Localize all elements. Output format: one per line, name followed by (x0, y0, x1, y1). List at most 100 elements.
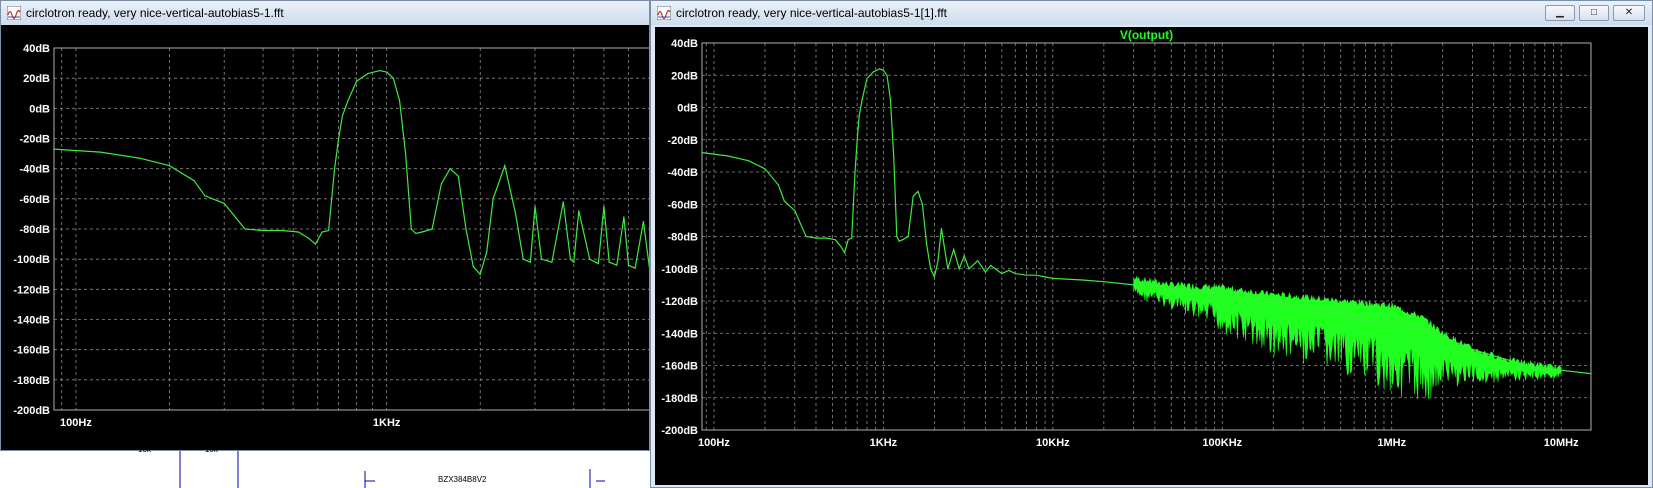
data-point (642, 220, 645, 223)
y-tick-label: -40dB (667, 167, 698, 179)
data-point (472, 266, 474, 268)
data-point (623, 216, 625, 218)
data-point (367, 73, 369, 75)
y-tick-label: -200dB (13, 405, 50, 417)
right-plot-area[interactable]: 40dB 20dB 0dB -20dB -40dB -60dB -80dB -100dB -12… (655, 27, 1648, 485)
data-point (977, 260, 979, 262)
data-point (379, 70, 381, 72)
data-point (356, 80, 358, 82)
y-tick-label: -40dB (19, 164, 50, 176)
y-tick-label: -100dB (13, 254, 50, 266)
left-plot-area[interactable]: 40dB 20dB 0dB -20dB -40dB -60dB -80dB -100dB -12… (1, 25, 649, 450)
data-point (1052, 277, 1054, 279)
data-point (783, 200, 785, 202)
data-point (193, 180, 195, 182)
minimize-button[interactable]: ▁ (1545, 5, 1575, 21)
data-point (1014, 273, 1016, 275)
data-point (540, 258, 543, 260)
y-tick-label: 40dB (23, 43, 50, 55)
data-point (569, 258, 572, 260)
y-tick-label: 0dB (29, 103, 50, 115)
data-point (534, 205, 536, 207)
data-point (504, 165, 506, 167)
data-point (886, 74, 888, 76)
data-point (492, 198, 494, 200)
x-tick-label: 100Hz (698, 437, 730, 449)
data-point (889, 98, 891, 100)
y-tick-label: -120dB (661, 296, 698, 308)
data-point (777, 184, 779, 186)
data-point (392, 77, 394, 79)
data-point (431, 228, 433, 230)
data-point (415, 232, 417, 235)
data-point (963, 255, 965, 257)
data-point (578, 210, 580, 212)
x-tick-label: 10MHz (1544, 437, 1579, 449)
x-tick-label: 100KHz (1202, 437, 1242, 449)
data-point (907, 235, 909, 238)
data-point (851, 237, 853, 239)
data-point (764, 168, 766, 170)
close-button[interactable]: ✕ (1613, 5, 1645, 21)
data-point (410, 228, 412, 230)
data-point (515, 213, 517, 215)
data-point (847, 239, 849, 241)
left-fft-chart[interactable]: 40dB 20dB 0dB -20dB -40dB -60dB -80dB -100dB -12… (1, 25, 649, 450)
data-point (858, 115, 860, 117)
x-tick-label: 1KHz (373, 417, 401, 429)
data-point (562, 201, 564, 203)
maximize-button[interactable]: □ (1579, 5, 1609, 21)
data-point (338, 137, 340, 140)
data-point (805, 235, 807, 238)
data-point (866, 77, 868, 80)
data-point (297, 231, 299, 233)
data-point (1251, 297, 1253, 299)
trace-title-label: V(output) (1120, 28, 1173, 42)
data-point (1170, 287, 1172, 289)
data-point (984, 271, 986, 273)
data-point (917, 190, 919, 192)
data-point (747, 160, 750, 162)
data-point (244, 228, 246, 230)
data-point (893, 155, 895, 157)
left-window-titlebar[interactable]: circlotron ready, very nice-vertical-aut… (1, 1, 649, 25)
right-plot-window[interactable]: circlotron ready, very nice-vertical-aut… (650, 0, 1653, 488)
data-point (334, 168, 336, 170)
x-tick-label: 100Hz (60, 417, 92, 429)
data-point (1133, 284, 1135, 286)
data-point (608, 261, 610, 263)
data-point (522, 258, 524, 260)
data-point (872, 71, 874, 73)
left-window-title: circlotron ready, very nice-vertical-aut… (26, 6, 284, 20)
data-point (930, 268, 932, 270)
data-point (328, 229, 330, 232)
data-point (386, 71, 388, 73)
data-point (840, 245, 842, 247)
data-point (815, 237, 817, 239)
y-tick-label: -60dB (19, 194, 50, 206)
left-plot-window[interactable]: circlotron ready, very nice-vertical-aut… (0, 0, 650, 451)
data-point (947, 268, 949, 270)
data-point (1340, 313, 1342, 315)
y-tick-label: -100dB (661, 264, 698, 276)
y-tick-label: -140dB (13, 315, 50, 327)
data-point (440, 183, 442, 185)
data-point (449, 168, 451, 170)
data-point (990, 264, 992, 267)
right-window-titlebar[interactable]: circlotron ready, very nice-vertical-aut… (651, 1, 1652, 25)
data-point (457, 175, 459, 177)
data-point (1590, 373, 1592, 375)
data-point (1560, 369, 1562, 371)
data-point (794, 210, 796, 212)
y-tick-label: -180dB (13, 375, 50, 387)
data-point (1534, 366, 1536, 368)
data-point (834, 239, 836, 241)
data-point (1195, 290, 1197, 292)
data-point (933, 276, 935, 278)
right-window-title: circlotron ready, very nice-vertical-aut… (676, 6, 948, 20)
data-point (551, 261, 553, 263)
right-fft-chart[interactable]: 40dB 20dB 0dB -20dB -40dB -60dB -80dB -100dB -12… (655, 27, 1648, 485)
y-tick-label: -80dB (19, 224, 50, 236)
y-tick-label: -120dB (13, 284, 50, 296)
data-point (926, 244, 928, 246)
